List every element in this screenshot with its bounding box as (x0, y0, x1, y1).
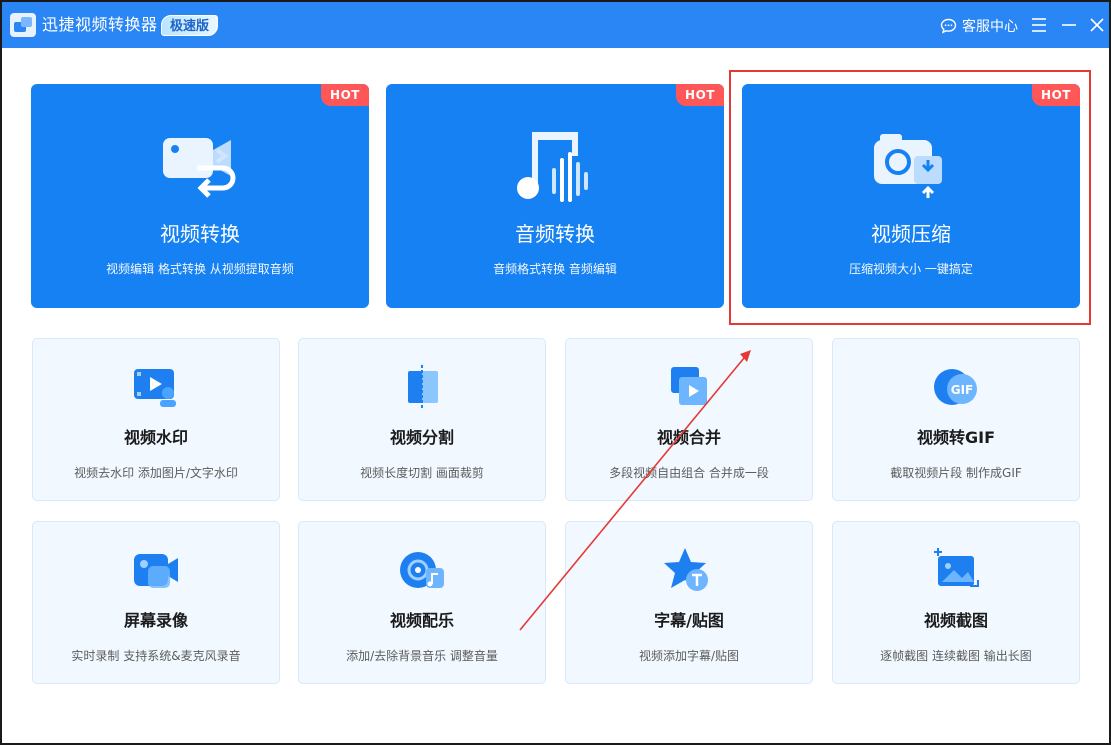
edition-badge: 极速版 (161, 15, 219, 36)
watermark-icon (134, 369, 176, 407)
title-bar: 迅捷视频转换器 极速版 客服中心 (2, 2, 1109, 48)
tool-subtitle: 视频长度切割 画面裁剪 (360, 466, 484, 480)
video-convert-icon (163, 138, 236, 198)
video-compress-icon (874, 134, 942, 198)
tool-subtitle: 视频添加字幕/贴图 (638, 649, 740, 663)
tool-video-merge[interactable]: 视频合并 多段视频自由组合 合并成一段 (565, 338, 813, 501)
music-icon (400, 552, 444, 588)
tool-subtitle: 添加/去除背景音乐 调整音量 (346, 649, 498, 663)
hot-badge: HOT (321, 84, 369, 106)
merge-icon (671, 367, 707, 405)
screen-record-icon (134, 554, 178, 588)
card-subtitle: 压缩视频大小 一键搞定 (849, 262, 973, 276)
app-logo-icon (10, 13, 36, 37)
subtitle-icon (664, 548, 708, 591)
tool-subtitle-sticker[interactable]: 字幕/贴图 视频添加字幕/贴图 (565, 521, 813, 684)
card-title: 视频转换 (160, 222, 240, 246)
tool-subtitle: 视频去水印 添加图片/文字水印 (74, 466, 238, 480)
tool-title: 视频水印 (123, 428, 188, 447)
tool-title: 视频截图 (923, 611, 988, 630)
tool-title: 视频分割 (389, 428, 454, 447)
hot-badge: HOT (1032, 84, 1080, 106)
app-title: 迅捷视频转换器 (42, 15, 158, 34)
tool-title: 屏幕录像 (123, 611, 188, 630)
tool-title: 视频配乐 (389, 611, 454, 630)
close-icon[interactable] (1088, 15, 1106, 35)
svg-text:GIF: GIF (951, 383, 974, 397)
card-subtitle: 视频编辑 格式转换 从视频提取音频 (106, 262, 294, 276)
gif-icon: GIF (934, 369, 977, 405)
split-icon (408, 365, 438, 409)
tool-subtitle: 实时录制 支持系统&麦克风录音 (71, 649, 241, 663)
customer-service-button[interactable]: 客服中心 (940, 15, 1018, 37)
tool-title: 视频转GIF (916, 428, 996, 447)
tool-subtitle: 逐帧截图 连续截图 输出长图 (880, 649, 1032, 663)
tool-title: 视频合并 (656, 428, 721, 447)
tool-screen-record[interactable]: 屏幕录像 实时录制 支持系统&麦克风录音 (32, 521, 280, 684)
card-video-convert[interactable]: HOT 视频转换 视频编辑 格式转换 从视频提取音频 (31, 84, 369, 308)
card-subtitle: 音频格式转换 音频编辑 (493, 262, 617, 276)
customer-service-label: 客服中心 (962, 19, 1018, 35)
app-window: 迅捷视频转换器 极速版 客服中心 HOT 视频转换 视频编辑 格式转换 从视频提… (0, 0, 1111, 745)
tool-title: 字幕/贴图 (654, 611, 724, 630)
card-audio-convert[interactable]: HOT 音频转换 音频格式转换 音频编辑 (386, 84, 724, 308)
tool-video-watermark[interactable]: 视频水印 视频去水印 添加图片/文字水印 (32, 338, 280, 501)
audio-convert-icon (517, 132, 588, 202)
screenshot-icon (934, 548, 979, 587)
tool-video-screenshot[interactable]: 视频截图 逐帧截图 连续截图 输出长图 (832, 521, 1080, 684)
chat-bubble-icon (940, 18, 957, 34)
tool-subtitle: 截取视频片段 制作成GIF (890, 466, 1022, 480)
tool-video-to-gif[interactable]: GIF 视频转GIF 截取视频片段 制作成GIF (832, 338, 1080, 501)
card-title: 音频转换 (515, 222, 595, 246)
tool-video-split[interactable]: 视频分割 视频长度切割 画面裁剪 (298, 338, 546, 501)
tool-video-music[interactable]: 视频配乐 添加/去除背景音乐 调整音量 (298, 521, 546, 684)
minimize-icon[interactable] (1060, 15, 1078, 35)
tool-subtitle: 多段视频自由组合 合并成一段 (609, 466, 769, 480)
card-video-compress[interactable]: HOT 视频压缩 压缩视频大小 一键搞定 (742, 84, 1080, 308)
hot-badge: HOT (676, 84, 724, 106)
card-title: 视频压缩 (871, 222, 951, 246)
menu-icon[interactable] (1030, 15, 1048, 35)
